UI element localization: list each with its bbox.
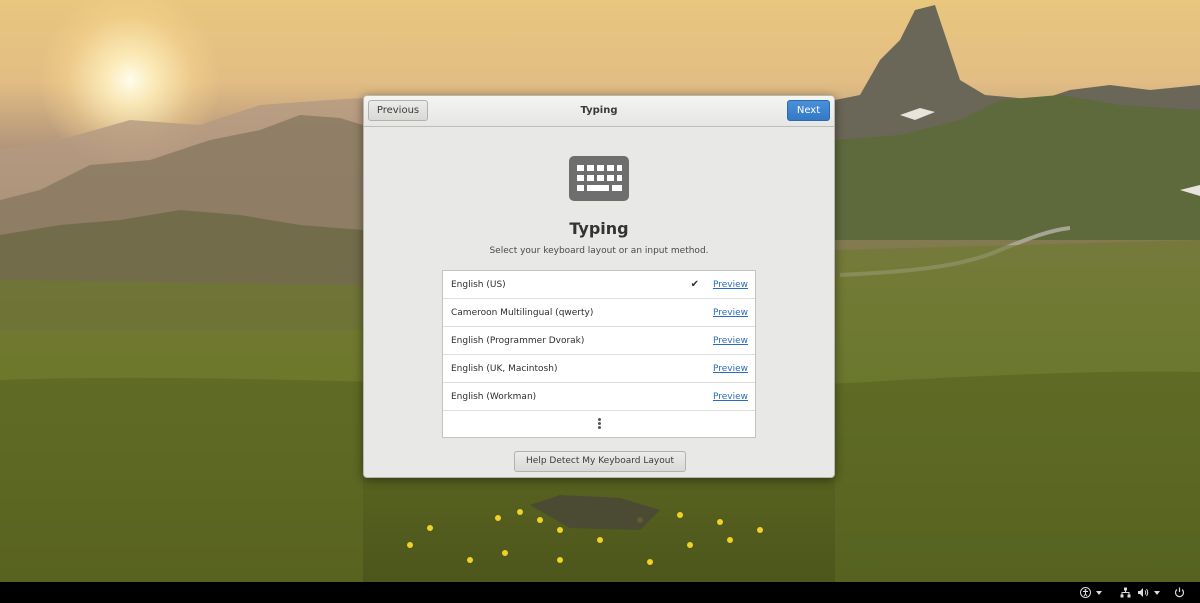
- header-bar: Previous Typing Next: [364, 96, 834, 127]
- top-panel: [0, 582, 1200, 603]
- help-detect-layout-button[interactable]: Help Detect My Keyboard Layout: [514, 451, 686, 472]
- more-layouts-button[interactable]: [443, 411, 755, 437]
- selected-check-icon: ✔: [690, 279, 699, 290]
- layout-label: English (Workman): [451, 392, 537, 402]
- keyboard-icon: [569, 156, 629, 201]
- volume-icon: [1138, 588, 1149, 597]
- layout-row[interactable]: English (US) ✔ Preview: [443, 271, 755, 299]
- accessibility-menu[interactable]: [1080, 582, 1102, 603]
- preview-link[interactable]: Preview: [713, 271, 748, 299]
- initial-setup-dialog: Previous Typing Next Typing Select your …: [363, 95, 835, 478]
- network-icon: [1120, 587, 1131, 598]
- power-button[interactable]: [1174, 582, 1185, 603]
- chevron-down-icon: [1096, 590, 1102, 595]
- keyboard-layout-list: English (US) ✔ Preview Cameroon Multilin…: [442, 270, 756, 438]
- layout-label: English (Programmer Dvorak): [451, 336, 585, 346]
- preview-link[interactable]: Preview: [713, 355, 748, 383]
- power-icon: [1174, 587, 1185, 598]
- page-subtitle: Select your keyboard layout or an input …: [489, 246, 709, 256]
- header-title: Typing: [580, 105, 618, 116]
- more-vertical-icon: [597, 418, 601, 430]
- preview-link[interactable]: Preview: [713, 383, 748, 411]
- layout-row[interactable]: English (Workman) Preview: [443, 383, 755, 411]
- chevron-down-icon: [1154, 590, 1160, 595]
- preview-link[interactable]: Preview: [713, 327, 748, 355]
- layout-label: English (US): [451, 280, 506, 290]
- next-button[interactable]: Next: [787, 100, 830, 121]
- layout-row[interactable]: Cameroon Multilingual (qwerty) Preview: [443, 299, 755, 327]
- system-menu[interactable]: [1120, 582, 1160, 603]
- layout-label: Cameroon Multilingual (qwerty): [451, 308, 594, 318]
- layout-row[interactable]: English (Programmer Dvorak) Preview: [443, 327, 755, 355]
- layout-row[interactable]: English (UK, Macintosh) Preview: [443, 355, 755, 383]
- accessibility-icon: [1080, 587, 1091, 598]
- layout-label: English (UK, Macintosh): [451, 364, 558, 374]
- preview-link[interactable]: Preview: [713, 299, 748, 327]
- page-title: Typing: [569, 219, 629, 238]
